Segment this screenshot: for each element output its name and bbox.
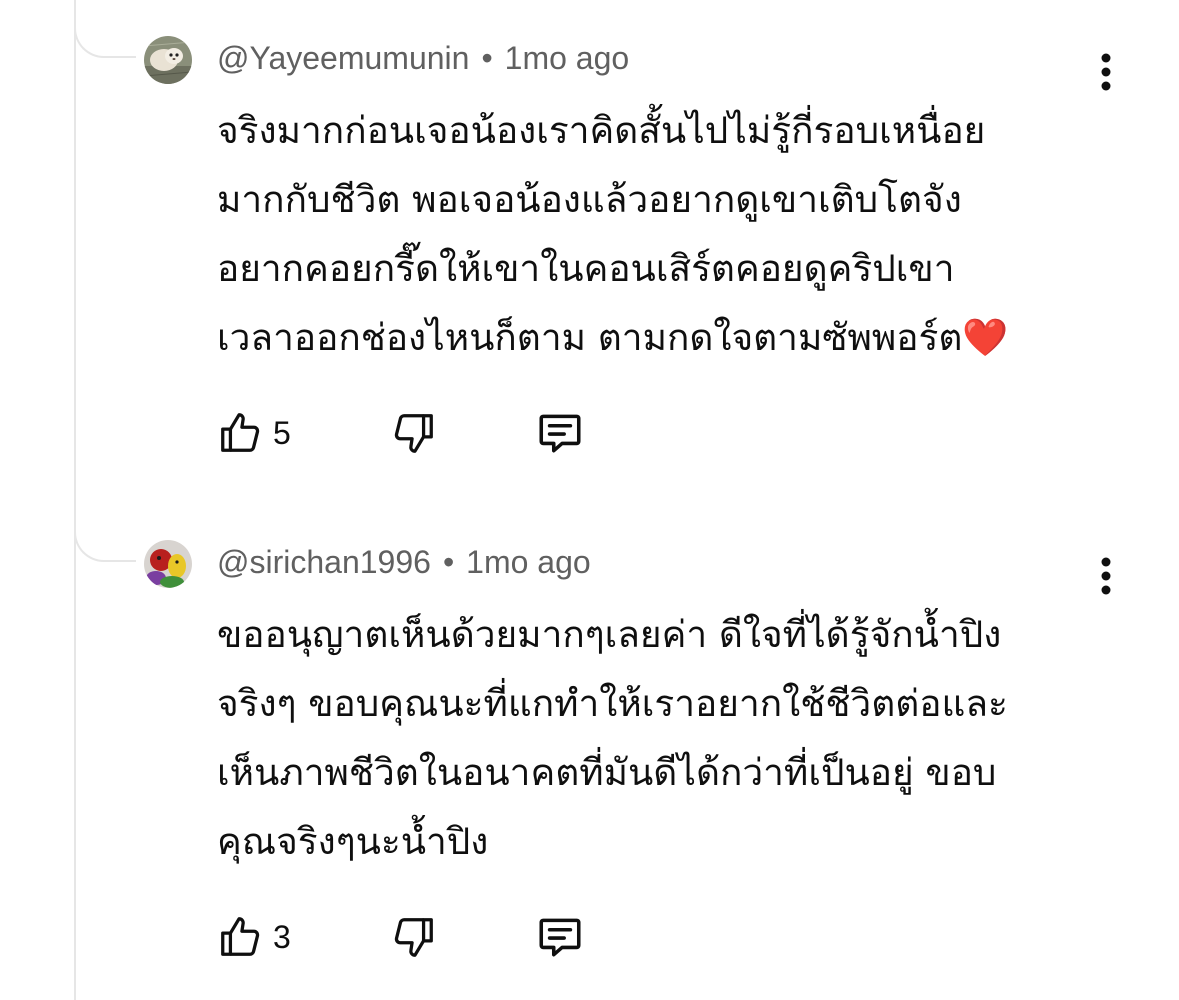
reply-icon: [539, 918, 581, 957]
comment-text: จริงมากก่อนเจอน้องเราคิดสั้นไปไม่รู้กี่ร…: [217, 109, 1009, 359]
like-button[interactable]: 3: [217, 909, 313, 965]
like-button[interactable]: 5: [217, 405, 313, 461]
comment-actions: 5: [217, 405, 585, 461]
comment-header: @sirichan1996 • 1mo ago: [217, 544, 591, 581]
reply-comment: @sirichan1996 • 1mo ago ขออนุญาตเห็นด้วยมา…: [0, 504, 1179, 984]
thumbs-down-icon: [394, 414, 433, 453]
dislike-button[interactable]: [391, 405, 437, 461]
avatar-photo-icon: [144, 36, 192, 84]
like-count: 3: [273, 918, 291, 955]
more-actions-button[interactable]: [1090, 554, 1122, 598]
avatar[interactable]: [144, 540, 192, 588]
more-actions-button[interactable]: [1090, 50, 1122, 94]
dislike-button[interactable]: [391, 909, 437, 965]
author-name[interactable]: @sirichan1996: [217, 544, 431, 580]
comment-header: @Yayeemumunin • 1mo ago: [217, 40, 629, 77]
meta-separator: •: [442, 544, 455, 580]
comment-actions: 3: [217, 909, 585, 965]
meta-separator: •: [481, 40, 493, 76]
thumbs-up-icon: [221, 917, 260, 956]
reply-button[interactable]: [535, 405, 585, 461]
comment-thread: @Yayeemumunin • 1mo ago จริงมากก่อนเจอน้อง…: [0, 0, 1179, 1000]
avatar-photo-icon: [144, 540, 192, 588]
reply-button[interactable]: [535, 909, 585, 965]
author-name[interactable]: @Yayeemumunin: [217, 40, 469, 76]
reply-icon: [539, 414, 581, 453]
thumbs-down-icon: [394, 918, 433, 957]
avatar[interactable]: [144, 36, 192, 84]
like-count: 5: [273, 414, 291, 451]
comment-time[interactable]: 1mo ago: [505, 40, 630, 76]
more-vertical-icon: [1101, 557, 1111, 595]
comment-text: ขออนุญาตเห็นด้วยมากๆเลยค่า ดีใจที่ได้รู้…: [217, 613, 1008, 863]
comment-time[interactable]: 1mo ago: [466, 544, 591, 580]
more-vertical-icon: [1101, 53, 1111, 91]
thumbs-up-icon: [221, 413, 260, 452]
reply-comment: @Yayeemumunin • 1mo ago จริงมากก่อนเจอน้อง…: [0, 0, 1179, 480]
